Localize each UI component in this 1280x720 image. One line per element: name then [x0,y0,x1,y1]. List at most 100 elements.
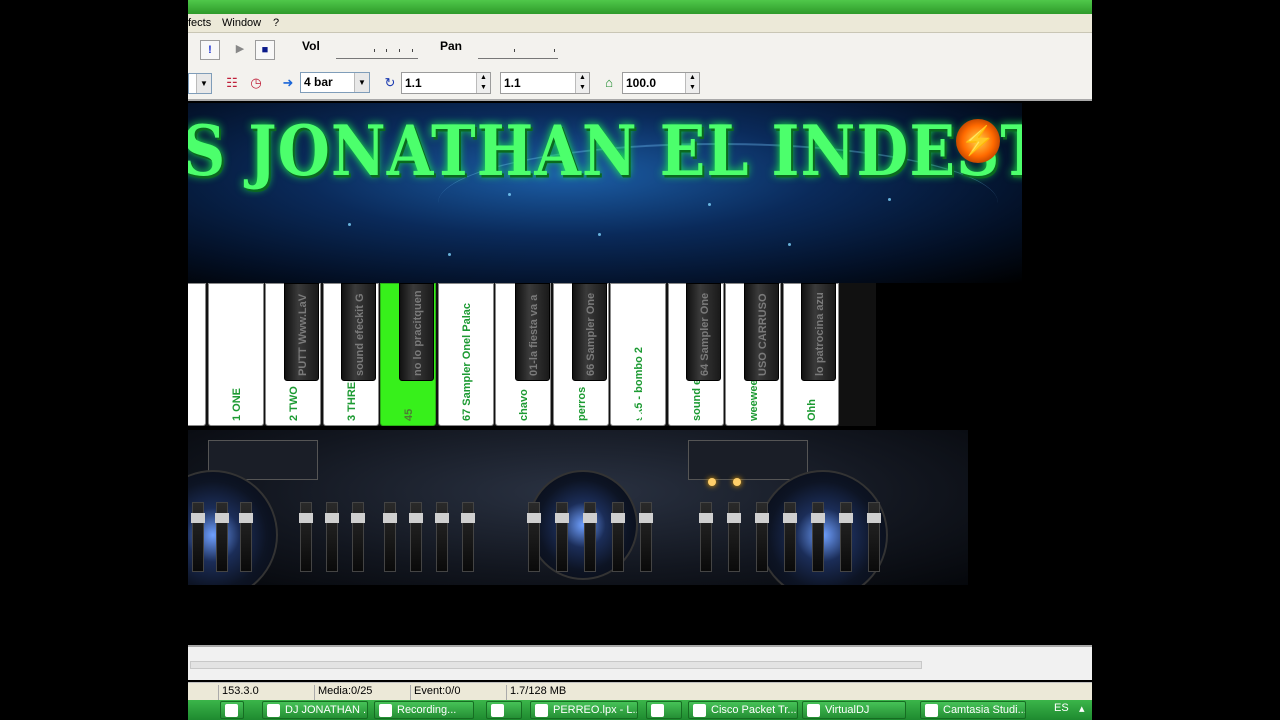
key-label: perros [575,386,588,421]
status-media: Media:0/25 [314,685,410,700]
mixer-fader [555,502,569,572]
taskbar-item-label: DJ JONATHAN ... [285,704,368,716]
mixer-fader [755,502,769,572]
taskbar-item-label: Cisco Packet Tr... [711,704,797,716]
track-select[interactable]: ▼ [188,73,212,94]
taskbar-item[interactable]: DJ JONATHAN ... [262,701,368,719]
status-bar: 153.3.0 Media:0/25 Event:0/0 1.7/128 MB [188,682,1092,700]
taskbar-item[interactable]: Cisco Packet Tr... [688,701,798,719]
toolbar: ! ▶ ■ Vol Pan ▼ ☷ ◷ ➜ 4 bar ▼ ↻ 1.1 ▲ ▼ 1.1… [188,33,1092,101]
alert-button[interactable]: ! [200,40,220,60]
taskbar-item-label: VirtualDJ [825,704,870,716]
black-key[interactable]: 66 Sampler One [572,283,607,381]
camtasia-icon [925,704,938,717]
mixer-fader [325,502,339,572]
key-label: no lo pracitquen [412,290,424,376]
mixer-fader [867,502,881,572]
key-label: 3 THREE [345,374,358,421]
key-label: 45 [403,408,415,421]
tray-arrow-icon[interactable]: ▴ [1079,702,1085,715]
mixer-fader [239,502,253,572]
black-key[interactable]: PUTT Www.LaV [284,283,319,381]
key-label: 2 TWO [288,386,300,421]
tempo-field[interactable]: 100.0 ▲ ▼ [622,72,700,94]
key-label: USO CARRUSO [757,293,769,376]
mixer-fader [461,502,475,572]
mixer-fader [383,502,397,572]
progress-bar[interactable] [190,661,922,669]
loop-field[interactable]: 1.1 ▲ ▼ [500,72,590,94]
screen: fects Window ? ! ▶ ■ Vol Pan ▼ ☷ ◷ ➜ 4 b… [0,0,1280,720]
mixer-fader [409,502,423,572]
app-window: fects Window ? ! ▶ ■ Vol Pan ▼ ☷ ◷ ➜ 4 b… [188,0,1092,720]
vol-label: Vol [302,39,320,53]
pan-label: Pan [440,39,463,53]
menu-effects[interactable]: fects [188,17,211,29]
banner-title: S JONATHAN EL INDESTRUCTIBLE... [188,111,1022,193]
mixer-fader [611,502,625,572]
taskbar-item-label: Recording... [397,704,457,716]
key-label: 64 Sampler One [699,292,711,376]
piano-keyboard: GO 1 ONE 2 TWO 3 THREE 45 67 Sampler Onel Pal… [188,283,876,426]
mixer-fader [351,502,365,572]
title-bar [188,0,1092,14]
white-key[interactable]: 67 Sampler Onel Palac [437,283,494,426]
taskbar-item-label: Camtasia Studi... [943,704,1026,716]
mixer-fader [811,502,825,572]
key-label: PUTT Www.LaV [297,293,309,376]
taskbar-item[interactable]: VirtualDJ [802,701,906,719]
white-key[interactable]: GO [188,283,206,426]
camtasia-recorder-icon [379,704,392,717]
mixer-fader [639,502,653,572]
stop-icon[interactable]: ■ [255,40,275,60]
black-key[interactable]: 64 Sampler One [686,283,721,381]
chrome-icon [267,704,280,717]
status-memory: 1.7/128 MB [506,685,602,700]
key-label: sound efeckit G [354,293,366,376]
menu-help[interactable]: ? [273,17,279,29]
language-indicator[interactable]: ES [1054,702,1069,714]
key-label: 01-la fiesta va a [528,294,540,376]
taskbar-item[interactable] [220,701,244,719]
taskbar: ES ▴ DJ JONATHAN ... Recording... PERREO.l… [188,700,1092,720]
start-icon [225,704,238,717]
arrow-right-icon[interactable]: ➜ [278,73,298,93]
mixer-fader [583,502,597,572]
virtualdj-icon [807,704,820,717]
black-key[interactable]: 01-la fiesta va a [515,283,550,381]
piano-roll-icon[interactable]: ☷ [222,73,242,93]
black-key[interactable]: USO CARRUSO [744,283,779,381]
key-label: lo patrocina azu [814,292,826,376]
taskbar-item[interactable] [646,701,682,719]
play-icon[interactable]: ▶ [230,40,250,60]
cisco-icon [693,704,706,717]
mixer-fader [191,502,205,572]
loop-icon[interactable]: ↻ [380,73,400,93]
pan-slider[interactable] [478,45,558,59]
mixer-fader [783,502,797,572]
taskbar-item[interactable]: Camtasia Studi... [920,701,1026,719]
taskbar-item-label: PERREO.lpx - L... [553,704,638,716]
white-key[interactable]: 1 ONE [207,283,264,426]
key-label: 1 ONE [230,387,243,421]
black-key[interactable]: no lo pracitquen [399,283,434,381]
window-icon [535,704,548,717]
position-field[interactable]: 1.1 ▲ ▼ [401,72,491,94]
black-key[interactable]: lo patrocina azu [801,283,836,381]
vol-slider[interactable] [336,45,418,59]
mixer-fader [699,502,713,572]
key-label: 67 Sampler Onel Palac [460,302,473,421]
tempo-icon[interactable]: ⌂ [599,73,619,93]
taskbar-item[interactable]: Recording... [374,701,474,719]
black-key[interactable]: sound efeckit G [341,283,376,381]
key-label: chavo [518,389,530,421]
mixer-fader [527,502,541,572]
dj-mixer-image [188,430,968,585]
menu-window[interactable]: Window [222,17,261,29]
length-select[interactable]: 4 bar ▼ [300,72,370,93]
status-tempo: 153.3.0 [218,685,314,700]
firefox-icon [651,704,664,717]
taskbar-item[interactable]: PERREO.lpx - L... [530,701,638,719]
metronome-icon[interactable]: ◷ [246,73,266,93]
taskbar-item[interactable] [486,701,522,719]
